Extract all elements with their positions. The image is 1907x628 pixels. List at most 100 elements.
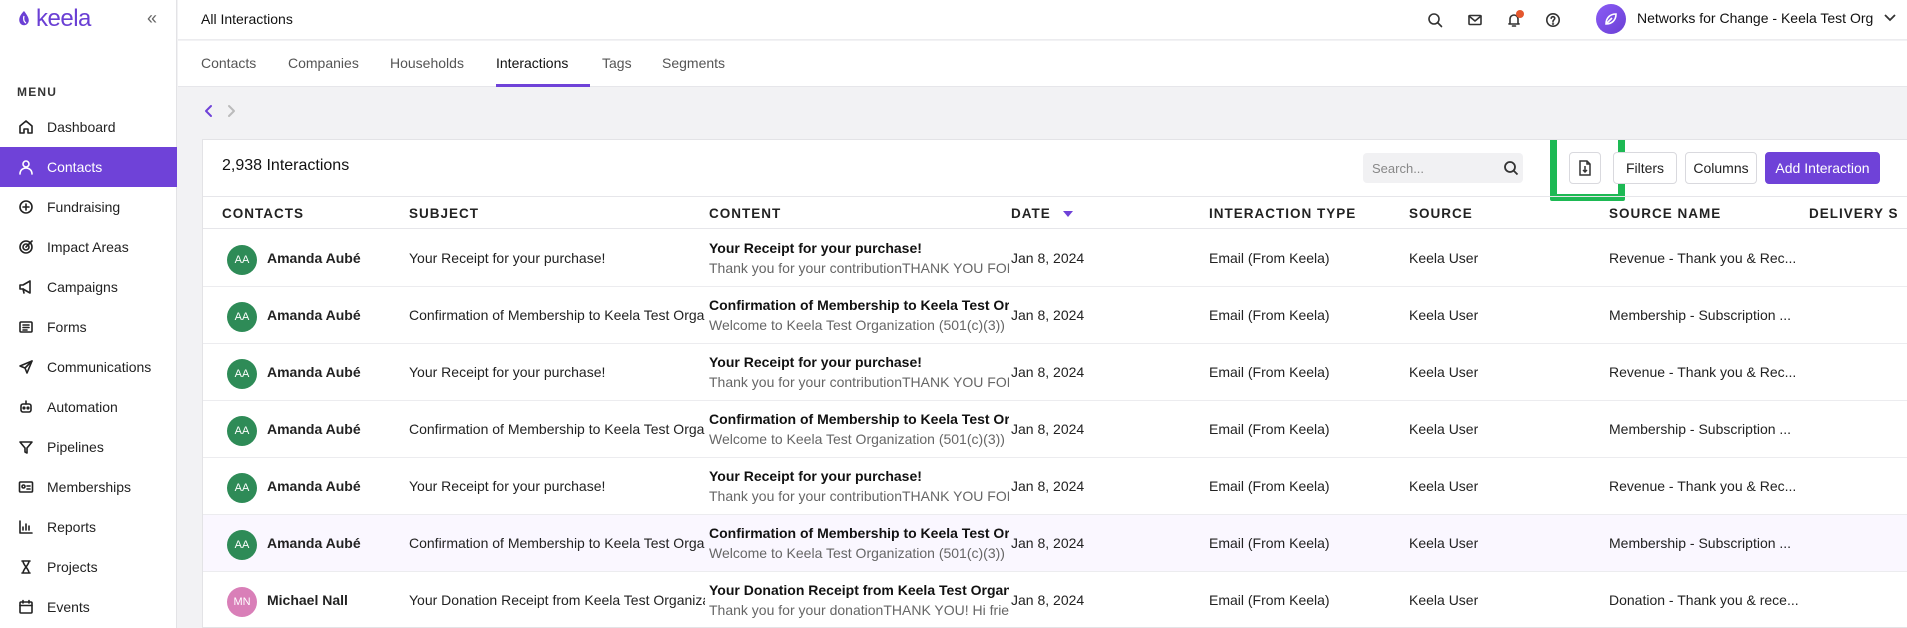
- contact-avatar: AA: [227, 416, 257, 446]
- help-icon[interactable]: [1542, 9, 1564, 31]
- org-name[interactable]: Networks for Change - Keela Test Org: [1637, 10, 1873, 26]
- columns-button[interactable]: Columns: [1685, 152, 1757, 184]
- megaphone-icon: [17, 278, 35, 296]
- search-icon[interactable]: [1503, 160, 1519, 176]
- filters-button[interactable]: Filters: [1613, 152, 1677, 184]
- contact-name[interactable]: Michael Nall: [267, 592, 348, 608]
- contact-name[interactable]: Amanda Aubé: [267, 535, 361, 551]
- mail-icon[interactable]: [1464, 9, 1486, 31]
- sidebar-item-impact-areas[interactable]: Impact Areas: [0, 227, 177, 267]
- sort-descending-icon[interactable]: [1062, 210, 1073, 217]
- search-box[interactable]: [1363, 153, 1523, 183]
- sidebar-item-communications[interactable]: Communications: [0, 347, 177, 387]
- source-cell: Keela User: [1409, 364, 1479, 380]
- contact-name[interactable]: Amanda Aubé: [267, 478, 361, 494]
- previous-page-button[interactable]: [200, 102, 218, 120]
- contact-name[interactable]: Amanda Aubé: [267, 307, 361, 323]
- subject-cell: Your Receipt for your purchase!: [409, 364, 606, 380]
- column-header-date[interactable]: DATE: [1011, 206, 1073, 221]
- double-chevron-left-icon[interactable]: «: [142, 8, 162, 28]
- sidebar-item-fundraising[interactable]: Fundraising: [0, 187, 177, 227]
- tab-tags[interactable]: Tags: [602, 55, 632, 71]
- chart-icon: [17, 518, 35, 536]
- table-row[interactable]: MN Michael Nall Your Donation Receipt from…: [203, 572, 1907, 627]
- calendar-icon: [17, 598, 35, 616]
- content-title: Your Donation Receipt from Keela Test Or…: [709, 582, 1009, 598]
- source-cell: Keela User: [1409, 535, 1479, 551]
- column-header-content[interactable]: CONTENT: [709, 206, 781, 221]
- source-name-cell: Revenue - Thank you & Rec...: [1609, 478, 1797, 494]
- user-icon: [17, 158, 35, 176]
- org-avatar[interactable]: [1596, 4, 1626, 34]
- interaction-type-cell: Email (From Keela): [1209, 307, 1330, 323]
- tab-interactions[interactable]: Interactions: [496, 55, 568, 71]
- sidebar-item-label: Events: [47, 599, 90, 615]
- send-icon: [17, 358, 35, 376]
- add-interaction-button[interactable]: Add Interaction: [1765, 152, 1880, 184]
- sidebar-item-reports[interactable]: Reports: [0, 507, 177, 547]
- contact-name[interactable]: Amanda Aubé: [267, 421, 361, 437]
- content-preview: Welcome to Keela Test Organization (501(…: [709, 317, 1005, 333]
- subject-cell: Confirmation of Membership to Keela Test…: [409, 535, 705, 551]
- keela-logo[interactable]: keela: [16, 5, 91, 32]
- source-name-cell: Membership - Subscription ...: [1609, 421, 1792, 437]
- table-row[interactable]: AA Amanda Aubé Your Receipt for your purch…: [203, 230, 1907, 287]
- content-title: Your Receipt for your purchase!: [709, 354, 922, 370]
- sidebar-item-automation[interactable]: Automation: [0, 387, 177, 427]
- hourglass-icon: [17, 558, 35, 576]
- sidebar-item-memberships[interactable]: Memberships: [0, 467, 177, 507]
- next-page-button[interactable]: [222, 102, 240, 120]
- table-row[interactable]: AA Amanda Aubé Confirmation of Membership …: [203, 515, 1907, 572]
- sidebar-item-events[interactable]: Events: [0, 587, 177, 627]
- bell-icon[interactable]: [1503, 9, 1525, 31]
- date-cell: Jan 8, 2024: [1011, 592, 1085, 608]
- table-row[interactable]: AA Amanda Aubé Confirmation of Membership …: [203, 287, 1907, 344]
- robot-icon: [17, 398, 35, 416]
- table-header: CONTACTS SUBJECT CONTENT DATE INTERACTIO…: [203, 196, 1907, 229]
- tab-segments[interactable]: Segments: [662, 55, 725, 71]
- contact-name[interactable]: Amanda Aubé: [267, 364, 361, 380]
- sidebar-item-campaigns[interactable]: Campaigns: [0, 267, 177, 307]
- date-cell: Jan 8, 2024: [1011, 421, 1085, 437]
- source-cell: Keela User: [1409, 478, 1479, 494]
- date-cell: Jan 8, 2024: [1011, 535, 1085, 551]
- sidebar-item-forms[interactable]: Forms: [0, 307, 177, 347]
- search-icon[interactable]: [1424, 9, 1446, 31]
- content-title: Your Receipt for your purchase!: [709, 468, 922, 484]
- tab-households[interactable]: Households: [390, 55, 464, 71]
- column-header-delivery-status[interactable]: DELIVERY S: [1809, 206, 1899, 221]
- contact-avatar: AA: [227, 302, 257, 332]
- tab-companies[interactable]: Companies: [288, 55, 359, 71]
- source-cell: Keela User: [1409, 592, 1479, 608]
- content-cell: Confirmation of Membership to Keela Test…: [709, 411, 1009, 447]
- contact-avatar: AA: [227, 473, 257, 503]
- interaction-type-cell: Email (From Keela): [1209, 592, 1330, 608]
- sidebar-item-contacts[interactable]: Contacts: [0, 147, 177, 187]
- sidebar-item-dashboard[interactable]: Dashboard: [0, 107, 177, 147]
- subject-cell: Confirmation of Membership to Keela Test…: [409, 421, 705, 437]
- column-header-source[interactable]: SOURCE: [1409, 206, 1473, 221]
- search-input[interactable]: [1363, 160, 1493, 176]
- table-row[interactable]: AA Amanda Aubé Your Receipt for your purch…: [203, 344, 1907, 401]
- interaction-type-cell: Email (From Keela): [1209, 364, 1330, 380]
- export-button[interactable]: [1569, 152, 1601, 184]
- chevron-down-icon[interactable]: [1882, 9, 1900, 27]
- column-header-contacts[interactable]: CONTACTS: [222, 206, 304, 221]
- content-cell: Confirmation of Membership to Keela Test…: [709, 297, 1009, 333]
- home-icon: [17, 118, 35, 136]
- table-row[interactable]: AA Amanda Aubé Your Receipt for your purch…: [203, 458, 1907, 515]
- sidebar-item-projects[interactable]: Projects: [0, 547, 177, 587]
- subject-cell: Your Donation Receipt from Keela Test Or…: [409, 592, 705, 608]
- target-icon: [17, 238, 35, 256]
- column-header-source-name[interactable]: SOURCE NAME: [1609, 206, 1721, 221]
- sidebar-item-pipelines[interactable]: Pipelines: [0, 427, 177, 467]
- contact-name[interactable]: Amanda Aubé: [267, 250, 361, 266]
- content-preview: Thank you for your donationTHANK YOU! Hi…: [709, 602, 1009, 618]
- tab-contacts[interactable]: Contacts: [201, 55, 256, 71]
- column-header-subject[interactable]: SUBJECT: [409, 206, 479, 221]
- sidebar-item-label: Contacts: [47, 159, 103, 175]
- content-cell: Your Receipt for your purchase! Thank you…: [709, 240, 1009, 276]
- column-header-interaction-type[interactable]: INTERACTION TYPE: [1209, 206, 1356, 221]
- table-row[interactable]: AA Amanda Aubé Confirmation of Membership …: [203, 401, 1907, 458]
- contact-avatar: AA: [227, 359, 257, 389]
